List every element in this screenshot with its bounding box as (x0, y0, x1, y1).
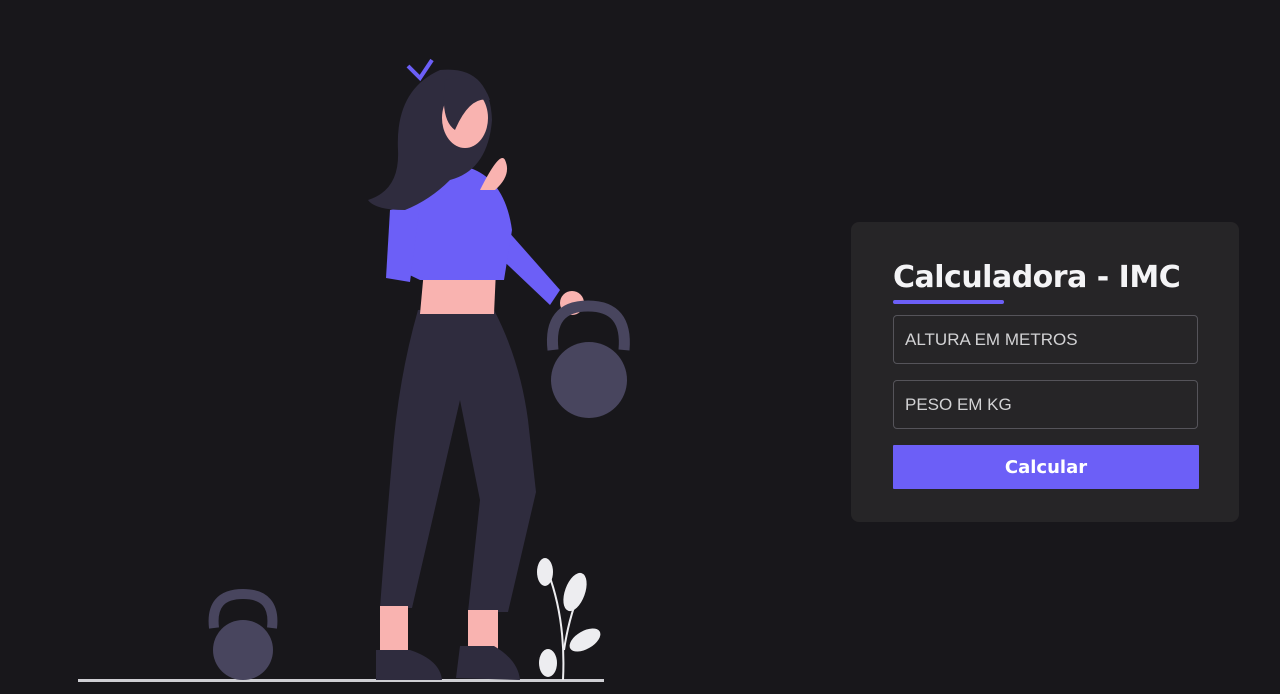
fitness-illustration (78, 58, 630, 682)
ground-line (78, 679, 604, 682)
kettlebell-floor (208, 588, 278, 680)
woman-figure (368, 58, 584, 680)
kettlebell-held (546, 300, 630, 418)
card-title: Calculadora - IMC (893, 260, 1181, 295)
calculate-button[interactable]: Calcular (893, 445, 1199, 489)
height-input[interactable] (893, 315, 1198, 364)
weight-input[interactable] (893, 380, 1198, 429)
title-underline (893, 300, 1004, 304)
page: Calculadora - IMC Calcular (0, 0, 1280, 694)
plant-decoration (537, 558, 601, 681)
bmi-calculator-card: Calculadora - IMC Calcular (851, 222, 1239, 522)
